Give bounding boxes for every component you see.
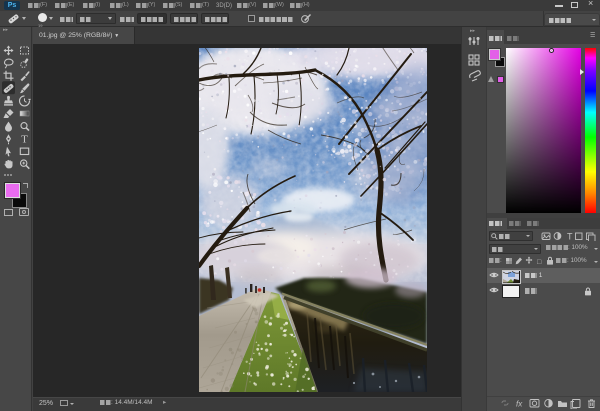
svg-text:□: □ — [537, 259, 542, 266]
svg-text:fx: fx — [516, 400, 523, 409]
svg-text:T: T — [21, 134, 28, 146]
svg-text:T: T — [567, 231, 573, 241]
